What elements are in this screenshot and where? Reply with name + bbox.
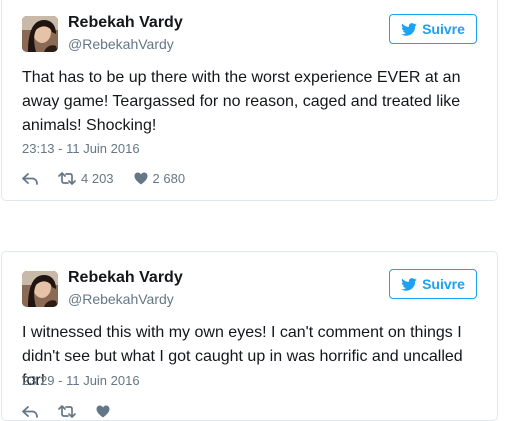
tweet-date[interactable]: 23:29 - 11 Juin 2016 [22, 373, 140, 388]
author-handle[interactable]: @RebekahVardy [68, 291, 174, 307]
reply-icon [22, 405, 38, 418]
like-button[interactable]: 2 680 [134, 171, 186, 186]
retweet-button[interactable]: 4 203 [58, 171, 114, 186]
like-count: 2 680 [152, 171, 186, 186]
avatar[interactable] [22, 271, 58, 307]
tweet-text: That has to be up there with the worst e… [22, 69, 461, 134]
follow-button-label: Suivre [422, 276, 465, 292]
reply-button[interactable] [22, 405, 38, 418]
author-handle[interactable]: @RebekahVardy [68, 36, 174, 52]
tweet-card: Rebekah Vardy @RebekahVardy Suivre That … [1, 0, 498, 201]
tweet-date[interactable]: 23:13 - 11 Juin 2016 [22, 141, 140, 156]
retweet-count: 4 203 [81, 171, 114, 186]
reply-button[interactable] [22, 172, 38, 185]
reply-icon [22, 172, 38, 185]
author-name[interactable]: Rebekah Vardy [68, 269, 183, 287]
follow-button[interactable]: Suivre [389, 269, 477, 299]
avatar[interactable] [22, 16, 58, 52]
follow-button-label: Suivre [422, 21, 465, 37]
retweet-icon [58, 172, 76, 185]
heart-icon [134, 172, 148, 185]
twitter-bird-icon [401, 277, 417, 291]
author-name[interactable]: Rebekah Vardy [68, 14, 183, 32]
tweet-card: Rebekah Vardy @RebekahVardy Suivre I wit… [1, 251, 498, 421]
tweet-actions: 4 203 2 680 [22, 171, 205, 186]
follow-button[interactable]: Suivre [389, 14, 477, 44]
twitter-bird-icon [401, 22, 417, 36]
